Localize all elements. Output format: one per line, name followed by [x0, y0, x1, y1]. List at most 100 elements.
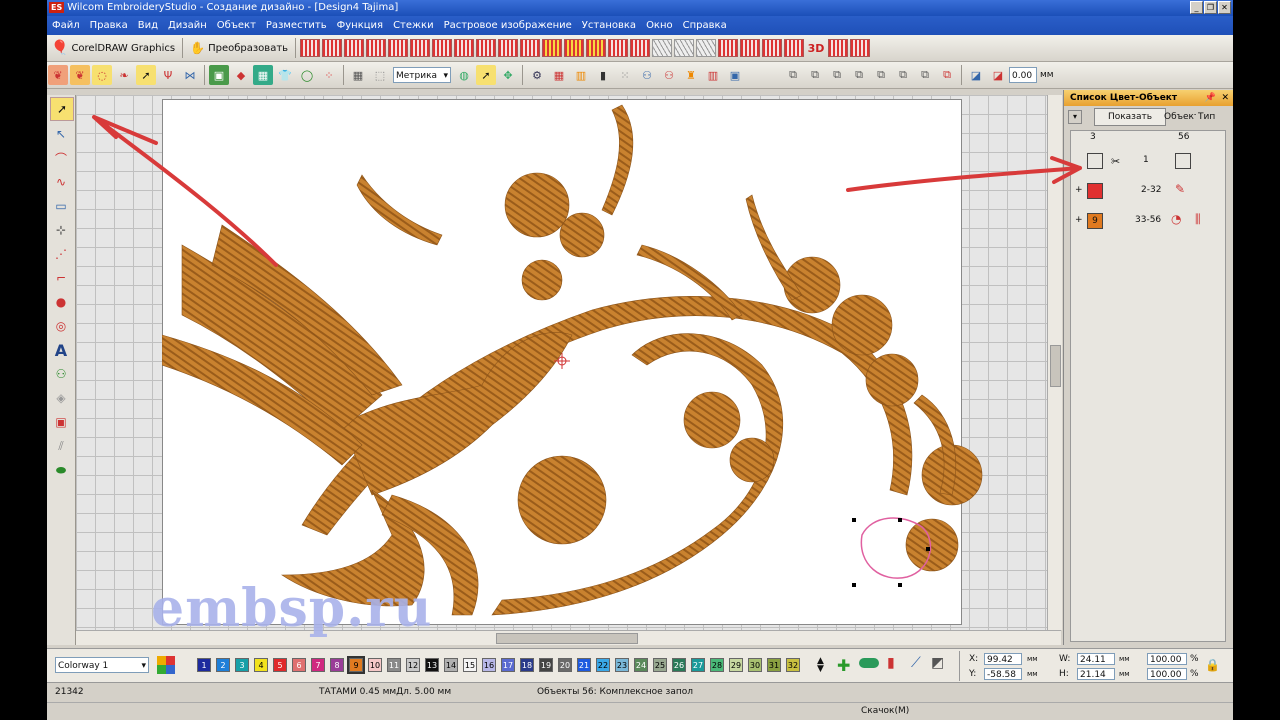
menu-item[interactable]: Правка [85, 20, 133, 31]
menu-item[interactable]: Разместить [261, 20, 332, 31]
window-icon[interactable]: ▣ [725, 65, 745, 85]
menu-item[interactable]: Окно [641, 20, 678, 31]
rectangle-icon[interactable]: ▭ [50, 195, 72, 217]
stitch-type-button[interactable] [630, 39, 651, 57]
color-swatch[interactable]: 14 [444, 658, 458, 672]
color-swatch[interactable]: 16 [482, 658, 496, 672]
stitch-type-button[interactable] [344, 39, 365, 57]
thread-icon[interactable] [859, 658, 879, 668]
w-input[interactable]: 24.11 [1077, 653, 1115, 665]
move-icon[interactable]: ✥ [498, 65, 518, 85]
coreldraw-button[interactable]: 🎈 CorelDRAW Graphics [47, 40, 179, 56]
colorway-select[interactable]: Colorway 1 ▾ [55, 657, 149, 673]
menu-item[interactable]: Растровое изображение [439, 20, 577, 31]
stitch-type-button[interactable] [828, 39, 849, 57]
color-swatch[interactable]: 17 [501, 658, 515, 672]
menu-item[interactable]: Дизайн [163, 20, 212, 31]
stitch-type-button[interactable] [674, 39, 695, 57]
restore-icon[interactable]: ❐ [1204, 1, 1217, 14]
menu-item[interactable]: Установка [577, 20, 641, 31]
frame-icon[interactable]: ▣ [50, 411, 72, 433]
offset-input[interactable]: 0.00 [1009, 67, 1037, 83]
color-swatch[interactable]: 8 [330, 658, 344, 672]
color-swatch[interactable]: 32 [786, 658, 800, 672]
slash-icon[interactable]: ⟋ [911, 655, 921, 671]
stitch-type-button[interactable] [388, 39, 409, 57]
offset-blue-icon[interactable]: ◪ [966, 65, 986, 85]
stitch-type-button[interactable] [410, 39, 431, 57]
dots-icon[interactable]: ⁙ [615, 65, 635, 85]
stitch-type-button[interactable] [608, 39, 629, 57]
color-swatch[interactable]: 15 [463, 658, 477, 672]
vscroll-thumb[interactable] [1050, 345, 1061, 387]
stitch-type-button[interactable] [498, 39, 519, 57]
stitch-type-button[interactable] [366, 39, 387, 57]
exclude-icon[interactable]: ⧉ [893, 65, 913, 85]
intersect-icon[interactable]: ⧉ [827, 65, 847, 85]
stitch-type-button[interactable] [784, 39, 805, 57]
x-input[interactable]: 99.42 [984, 653, 1022, 665]
color-swatch[interactable]: 6 [292, 658, 306, 672]
colorgrid-icon[interactable]: ▥ [571, 65, 591, 85]
stitch-type-button[interactable] [520, 39, 541, 57]
menu-item[interactable]: Справка [678, 20, 732, 31]
color-swatch[interactable]: 25 [653, 658, 667, 672]
show-button[interactable]: Показать [1094, 108, 1166, 126]
wave-icon[interactable]: ∿ [50, 171, 72, 193]
color-swatch[interactable]: 20 [558, 658, 572, 672]
node-icon[interactable]: ⊹ [50, 219, 72, 241]
stamp-icon[interactable]: ♜ [681, 65, 701, 85]
fork-icon[interactable]: Ψ [158, 65, 178, 85]
gradient-icon[interactable]: ◩ [931, 655, 944, 671]
reshape-icon[interactable]: ↖ [50, 123, 72, 145]
fill-circle-icon[interactable]: ● [50, 291, 72, 313]
stitch-type-button[interactable] [564, 39, 585, 57]
color-swatch[interactable]: 7 [311, 658, 325, 672]
palette-icon[interactable]: ▦ [549, 65, 569, 85]
arc-icon[interactable]: ⌒ [50, 147, 72, 169]
color-swatch[interactable]: 4 [254, 658, 268, 672]
color-dots-icon[interactable]: ⁘ [319, 65, 339, 85]
color-swatch[interactable]: 10 [368, 658, 382, 672]
color-swatch[interactable]: 29 [729, 658, 743, 672]
front-icon[interactable]: ⧉ [915, 65, 935, 85]
stitch-type-button[interactable] [300, 39, 321, 57]
color-swatch[interactable]: 31 [767, 658, 781, 672]
diamond-icon[interactable]: ◈ [50, 387, 72, 409]
color-swatch[interactable]: 24 [634, 658, 648, 672]
grid-icon[interactable]: ▦ [348, 65, 368, 85]
transform-button[interactable]: ✋ Преобразовать [186, 41, 292, 55]
list-item[interactable]: + 9 33-56 ◔ ⫼ [1071, 209, 1225, 233]
minimize-icon[interactable]: _ [1190, 1, 1203, 14]
color-swatch[interactable]: 11 [387, 658, 401, 672]
image-icon[interactable]: ▣ [209, 65, 229, 85]
color-swatch[interactable]: 21 [577, 658, 591, 672]
stitch-type-button[interactable] [718, 39, 739, 57]
stitch-type-button[interactable] [432, 39, 453, 57]
ring-icon[interactable]: ◎ [50, 315, 72, 337]
color-swatch[interactable]: 12 [406, 658, 420, 672]
bar-icon[interactable]: ▮ [593, 65, 613, 85]
y-input[interactable]: -58.58 [984, 668, 1022, 680]
select-arrow-icon[interactable]: ➚ [136, 65, 156, 85]
close-icon[interactable]: ✕ [1221, 90, 1229, 106]
h-input[interactable]: 21.14 [1077, 668, 1115, 680]
select-arrow-icon[interactable]: ➚ [50, 97, 74, 121]
color-swatch[interactable]: 3 [235, 658, 249, 672]
shapes-icon[interactable]: ◆ [231, 65, 251, 85]
polyline-icon[interactable]: ⌐ [50, 267, 72, 289]
menu-item[interactable]: Файл [47, 20, 85, 31]
leaf-orange-icon[interactable]: ❦ [70, 65, 90, 85]
color-swatch[interactable]: 9 [347, 656, 365, 674]
grid-dotted-icon[interactable]: ⬚ [370, 65, 390, 85]
palette-icon[interactable] [157, 656, 175, 674]
dotted-line-icon[interactable]: ⋰ [50, 243, 72, 265]
close-icon[interactable]: ✕ [1218, 1, 1231, 14]
color-swatch[interactable]: 30 [748, 658, 762, 672]
hscroll-thumb[interactable] [496, 633, 638, 644]
stitch-type-button[interactable] [476, 39, 497, 57]
spool-icon[interactable]: ▮ [887, 655, 895, 671]
color-swatch[interactable]: 1 [197, 658, 211, 672]
leaf-yellow-icon[interactable]: ◌ [92, 65, 112, 85]
leaf-red-icon[interactable]: ❦ [48, 65, 68, 85]
